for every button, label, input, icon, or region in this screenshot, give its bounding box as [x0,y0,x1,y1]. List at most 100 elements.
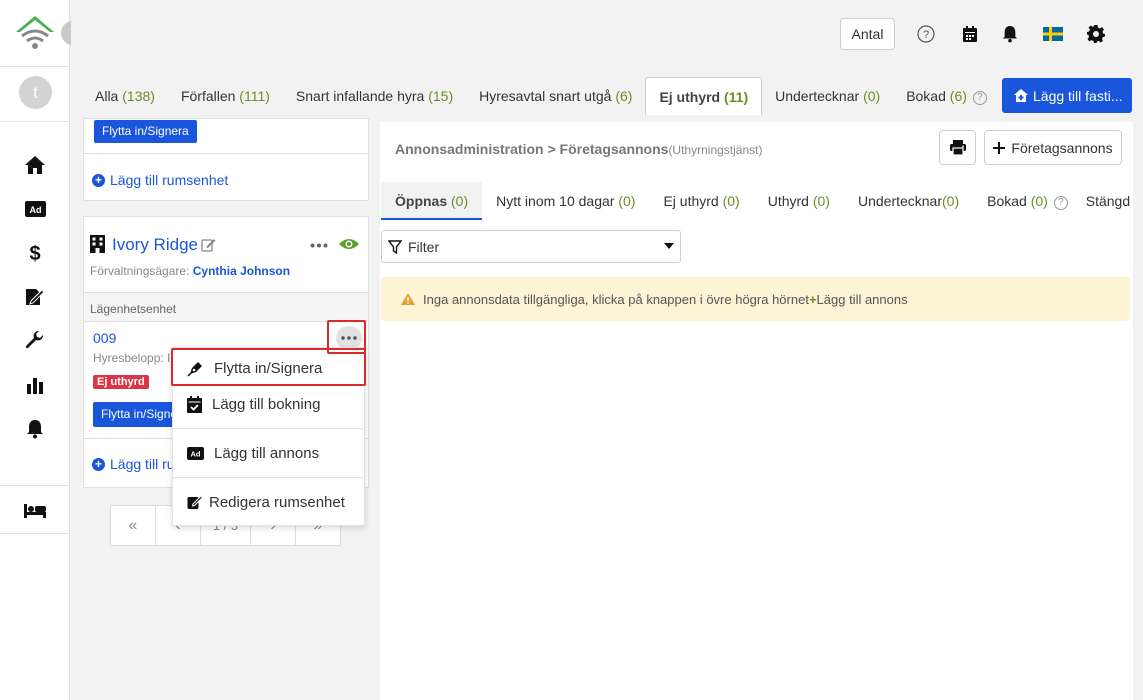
add-room-link[interactable]: + Lägg till rumsenhet [92,172,228,188]
menu-divider [173,477,364,478]
notification-bell-icon[interactable] [1000,24,1020,44]
dollar-icon[interactable]: $ [23,241,47,265]
more-options-icon[interactable] [310,243,328,248]
ad-admin-panel: Annonsadministration > Företagsannons(Ut… [380,122,1133,700]
menu-item-add-booking[interactable]: Lägg till bokning [173,386,364,422]
tab-label: Bokad [906,88,946,104]
tab-count: (138) [122,88,155,104]
tab-count: (6) [615,88,633,104]
breadcrumb-sub: (Uthyrningstjänst) [668,143,763,157]
avatar[interactable]: t [19,76,52,109]
avatar-initial: t [33,82,38,102]
help-circle-icon[interactable]: ? [1053,196,1068,210]
subtab-count: (0) [942,193,960,209]
breadcrumb-current: Företagsannons [559,141,669,157]
tab-ej-uthyrd[interactable]: Ej uthyrd (11) [645,77,763,115]
tab-count: (111) [239,88,270,104]
print-button[interactable] [939,130,976,165]
alert-message: Inga annonsdata tillgängliga, klicka på … [423,292,908,307]
breadcrumb-root[interactable]: Annonsadministration [395,141,544,157]
tab-forfallen[interactable]: Förfallen (111) [168,77,283,115]
tab-count: (11) [724,89,749,105]
tab-hyresavtal-snart-utga[interactable]: Hyresavtal snart utgå (6) [466,77,645,115]
sidebar-divider [0,485,70,486]
company-ad-button[interactable]: Företagsannons [984,130,1122,165]
room-card-top: Flytta in/Signera + Lägg till rumsenhet [83,118,369,201]
subtab-label: Undertecknar [857,193,943,209]
filter-dropdown[interactable]: Filter [381,230,681,263]
menu-item-add-ad[interactable]: Ad Lägg till annons [173,435,364,471]
plus-circle-icon: + [92,173,105,187]
calendar-icon[interactable] [960,24,980,44]
subtab-ej-uthyrd[interactable]: Ej uthyrd (0) [649,182,753,220]
ad-icon[interactable]: Ad [23,197,47,221]
svg-text:Ad: Ad [191,449,201,458]
tab-label: Undertecknar [775,88,860,104]
subtab-stangd[interactable]: Stängd [1072,182,1133,220]
wrench-icon[interactable] [23,329,47,353]
move-in-sign-button[interactable]: Flytta in/Signera [94,120,197,143]
settings-gear-icon[interactable] [1086,24,1106,44]
subtab-count: (0) [618,193,636,209]
menu-item-label: Redigera rumsenhet [209,493,345,511]
bed-icon[interactable] [23,499,47,523]
add-property-button[interactable]: Lägg till fasti... [1002,78,1132,113]
status-tabs: Alla (138) Förfallen (111) Snart infalla… [82,77,991,115]
status-badge: Ej uthyrd [93,375,149,389]
subtab-count: (0) [722,193,740,209]
help-circle-icon[interactable]: ? [972,91,987,105]
tab-alla[interactable]: Alla (138) [82,77,168,115]
ad-icon: Ad [187,446,204,460]
add-ad-link[interactable]: Lägg till annons [817,292,908,307]
warning-icon [401,293,415,305]
subtab-oppnas[interactable]: Öppnas (0) [381,182,483,220]
tab-label: Förfallen [180,88,236,104]
svg-text:Ad: Ad [29,205,41,215]
unit-number-link[interactable]: 009 [93,330,116,346]
top-header [71,0,1143,67]
subtab-label: Öppnas [395,193,448,209]
edit-icon [187,495,203,509]
owner-label: Förvaltningsägare: [90,264,190,278]
add-property-label: Lägg till fasti... [1033,87,1123,104]
tab-undertecknar[interactable]: Undertecknar (0) [762,77,893,115]
subtab-count: (0) [451,193,469,209]
plus-icon: + [808,291,817,307]
rent-amount: Hyresbelopp: I [93,351,171,365]
home-icon[interactable] [23,153,47,177]
subtab-undertecknar[interactable]: Undertecknar(0) [844,182,973,220]
subtab-label: Ej uthyrd [663,193,719,209]
property-name-link[interactable]: Ivory Ridge [112,235,198,255]
bar-chart-icon[interactable] [23,373,47,397]
ad-status-tabs: Öppnas (0) Nytt inom 10 dagar (0) Ej uth… [381,182,1133,220]
svg-text:?: ? [923,29,929,41]
visibility-eye-icon[interactable] [339,237,359,251]
subtab-bokad[interactable]: Bokad (0) ? [973,182,1072,220]
company-ad-label: Företagsannons [1011,139,1113,156]
edit-property-icon[interactable] [201,237,216,252]
no-ads-alert: Inga annonsdata tillgängliga, klicka på … [381,277,1130,321]
tab-count: (15) [428,88,454,104]
tab-label: Ej uthyrd [659,89,721,105]
highlight-move-in-item [171,348,366,386]
swedish-flag-icon[interactable] [1043,24,1063,44]
tab-label: Alla [95,88,119,104]
bell-icon[interactable] [23,417,47,441]
first-page-button[interactable]: « [110,505,156,546]
subtab-uthyrd[interactable]: Uthyrd (0) [754,182,844,220]
plus-icon [993,141,1006,154]
add-room-link[interactable]: + Lägg till ru [92,456,175,472]
logo-icon[interactable] [14,14,56,52]
menu-item-edit-room[interactable]: Redigera rumsenhet [173,484,364,520]
subtab-count: (0) [812,193,830,209]
add-room-label: Lägg till rumsenhet [110,172,229,188]
owner-name[interactable]: Cynthia Johnson [193,264,290,278]
subtab-nytt-inom-10-dagar[interactable]: Nytt inom 10 dagar (0) [482,182,649,220]
help-icon[interactable]: ? [916,24,936,44]
menu-item-label: Lägg till bokning [212,395,321,413]
contract-sign-icon[interactable] [23,285,47,309]
tab-snart-infallande-hyra[interactable]: Snart infallande hyra (15) [283,77,466,115]
antal-button[interactable]: Antal [840,18,895,50]
owner-line: Förvaltningsägare: Cynthia Johnson [90,264,290,278]
tab-bokad[interactable]: Bokad (6) ? [893,77,991,115]
